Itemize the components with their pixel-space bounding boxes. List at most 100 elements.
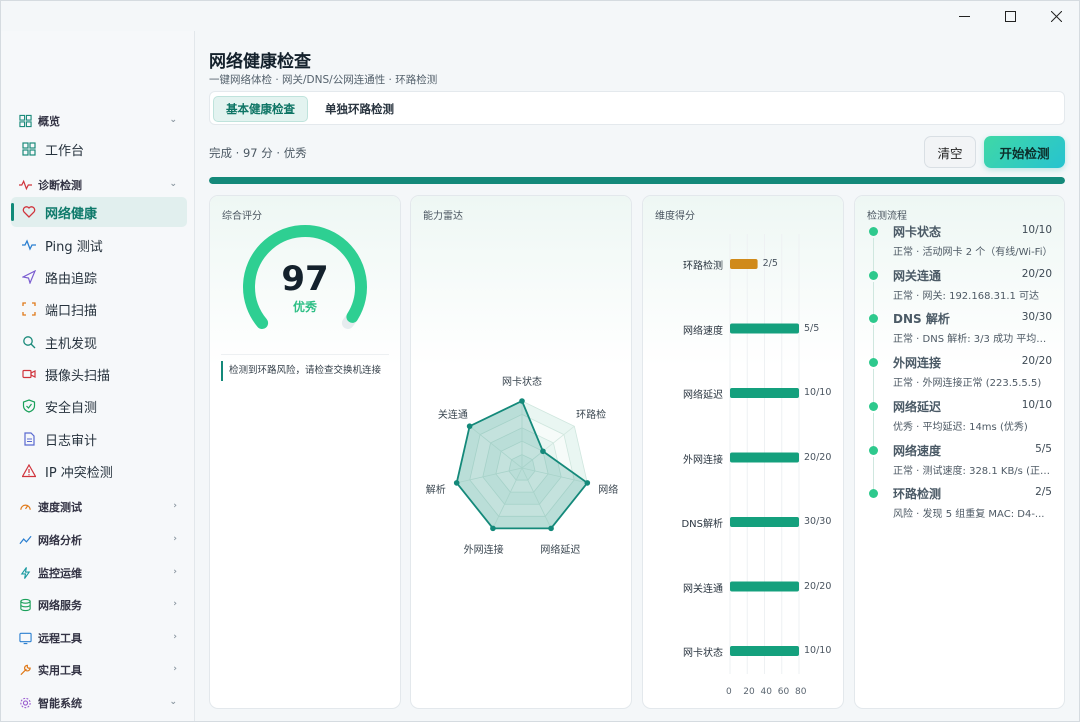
sidebar-group-utilities[interactable]: 实用工具 › bbox=[1, 658, 195, 682]
tab-loop-check[interactable]: 单独环路检测 bbox=[313, 96, 406, 122]
step-score: 20/20 bbox=[1021, 355, 1052, 368]
flow-card: 检测流程 网卡状态 10/10 正常 · 活动网卡 2 个（有线/Wi-Fi） 网关连… bbox=[854, 195, 1065, 709]
step-name: DNS 解析 bbox=[893, 312, 950, 327]
sidebar-group-remote-tools[interactable]: 远程工具 › bbox=[1, 626, 195, 650]
card-title: 检测流程 bbox=[867, 211, 907, 222]
warning-icon bbox=[21, 464, 36, 479]
bar-value-label: 10/10 bbox=[804, 387, 832, 398]
bar-category-label: 网关连通 bbox=[683, 583, 723, 595]
bar-category-label: 网络速度 bbox=[683, 325, 723, 337]
sidebar-item-security-check[interactable]: 安全自测 bbox=[11, 391, 187, 421]
sidebar-group-speed-test[interactable]: 速度测试 › bbox=[1, 495, 195, 519]
gear-icon bbox=[19, 697, 32, 710]
step-score: 2/5 bbox=[1035, 486, 1052, 499]
dimension-bar bbox=[730, 517, 799, 527]
shield-icon bbox=[21, 399, 36, 414]
status-text: 完成 · 97 分 · 优秀 bbox=[209, 146, 307, 160]
chevron-right-icon: › bbox=[173, 534, 177, 544]
camera-icon bbox=[21, 367, 36, 382]
step-score: 5/5 bbox=[1035, 442, 1052, 455]
sidebar-item-label: 端口扫描 bbox=[45, 303, 98, 319]
clear-button[interactable]: 清空 bbox=[924, 136, 976, 168]
app-window: 概览 ⌄ 工作台 诊断检测 ⌄ 网络健康 Ping 测试 路由追踪 端口扫描 主… bbox=[0, 0, 1080, 722]
sidebar-item-camera-scan[interactable]: 摄像头扫描 bbox=[11, 359, 187, 389]
bar-value-label: 2/5 bbox=[762, 258, 778, 269]
radar-point bbox=[490, 525, 496, 532]
step-name: 网络延迟 bbox=[893, 399, 942, 414]
bar-value-label: 20/20 bbox=[804, 451, 832, 463]
search-icon bbox=[21, 335, 36, 350]
sidebar-item-ip-conflict[interactable]: IP 冲突检测 bbox=[11, 456, 187, 486]
sidebar-item-log-audit[interactable]: 日志审计 bbox=[11, 424, 187, 454]
radar-point bbox=[584, 480, 591, 486]
step-score: 20/20 bbox=[1021, 267, 1052, 280]
radar-axis-label: 网卡状态 bbox=[502, 376, 542, 388]
sidebar-item-label: 安全自测 bbox=[45, 400, 98, 416]
sidebar-group-label: 监控运维 bbox=[38, 567, 82, 580]
file-icon bbox=[21, 432, 36, 447]
step-status-dot bbox=[869, 270, 878, 280]
page-title: 网络健康检查 bbox=[209, 52, 311, 72]
minimize-icon bbox=[958, 15, 970, 17]
sidebar-item-label: IP 冲突检测 bbox=[45, 465, 113, 481]
sidebar-item-workbench[interactable]: 工作台 bbox=[11, 134, 187, 164]
step-name: 环路检测 bbox=[893, 487, 942, 502]
pulse-icon bbox=[19, 179, 32, 192]
bar-axis-tick: 0 bbox=[726, 687, 732, 697]
sidebar-item-traceroute[interactable]: 路由追踪 bbox=[11, 262, 187, 292]
sidebar-group-label: 智能系统 bbox=[38, 697, 82, 710]
sidebar-group-network-analysis[interactable]: 网络分析 › bbox=[1, 528, 195, 552]
sidebar-group-overview[interactable]: 概览 ⌄ bbox=[1, 109, 195, 133]
tools-icon bbox=[19, 664, 32, 677]
sidebar-item-label: 网络健康 bbox=[45, 206, 98, 222]
send-icon bbox=[21, 270, 36, 285]
sidebar-group-monitoring[interactable]: 监控运维 › bbox=[1, 561, 195, 585]
sidebar-item-label: 日志审计 bbox=[45, 433, 98, 449]
sidebar-group-network-services[interactable]: 网络服务 › bbox=[1, 593, 195, 617]
sidebar-group-label: 网络分析 bbox=[38, 534, 82, 547]
close-button[interactable] bbox=[1033, 1, 1079, 31]
radar-card: 能力雷达 网卡状态 环路检 网络 网络延迟 外网连接 解析 关连通 bbox=[410, 195, 632, 709]
sidebar-item-label: 主机发现 bbox=[45, 336, 98, 352]
sidebar-item-label: 路由追踪 bbox=[45, 271, 98, 287]
sidebar-item-host-discovery[interactable]: 主机发现 bbox=[11, 327, 187, 357]
sidebar-group-label: 速度测试 bbox=[38, 501, 82, 514]
bar-axis-tick: 60 bbox=[777, 687, 790, 697]
step-score: 30/30 bbox=[1021, 311, 1052, 324]
sidebar-group-smart-system[interactable]: 智能系统 ⌄ bbox=[1, 691, 195, 715]
sidebar-item-port-scan[interactable]: 端口扫描 bbox=[11, 294, 187, 324]
step-detail: 正常 · 活动网卡 2 个（有线/Wi-Fi） bbox=[893, 247, 1053, 258]
dimension-bar bbox=[730, 646, 799, 656]
sidebar-group-diagnostics[interactable]: 诊断检测 ⌄ bbox=[1, 173, 195, 197]
maximize-button[interactable] bbox=[987, 1, 1033, 31]
database-icon bbox=[19, 598, 32, 612]
chevron-down-icon: ⌄ bbox=[169, 115, 177, 125]
sidebar-item-network-health[interactable]: 网络健康 bbox=[11, 197, 187, 227]
tab-basic-check[interactable]: 基本健康检查 bbox=[213, 96, 308, 122]
start-check-button[interactable]: 开始检测 bbox=[984, 136, 1065, 168]
score-card: 综合评分 97 优秀 检测到环路风险，请检查交换机连接 bbox=[209, 195, 401, 709]
step-detail: 正常 · 网关: 192.168.31.1 可达 bbox=[893, 290, 1040, 302]
minimize-button[interactable] bbox=[941, 1, 987, 31]
window-controls bbox=[941, 1, 1079, 31]
bar-axis-tick: 40 bbox=[760, 687, 772, 697]
dimension-bar bbox=[730, 323, 799, 334]
bar-category-label: 网卡状态 bbox=[683, 648, 723, 659]
sidebar-group-label: 网络服务 bbox=[38, 599, 82, 612]
radar-point bbox=[548, 525, 554, 532]
radar-axis-label: 外网连接 bbox=[463, 544, 504, 556]
radar-point bbox=[466, 423, 473, 430]
scan-icon bbox=[21, 302, 36, 317]
sidebar-group-label: 概览 bbox=[38, 115, 60, 128]
step-detail: 风险 · 发现 5 组重复 MAC: D4-... bbox=[893, 509, 1045, 521]
sidebar-item-label: Ping 测试 bbox=[45, 239, 103, 255]
dimension-bar bbox=[730, 452, 799, 463]
chevron-right-icon: › bbox=[173, 599, 177, 609]
tab-bar: 基本健康检查 单独环路检测 bbox=[209, 91, 1065, 125]
sidebar-item-ping[interactable]: Ping 测试 bbox=[11, 230, 187, 260]
heart-icon bbox=[21, 205, 36, 220]
page-subtitle: 一键网络体检 · 网关/DNS/公网连通性 · 环路检测 bbox=[209, 74, 438, 86]
score-value: 97 bbox=[281, 259, 329, 299]
score-note: 检测到环路风险，请检查交换机连接 bbox=[221, 361, 389, 381]
progress-bar bbox=[209, 177, 1065, 184]
